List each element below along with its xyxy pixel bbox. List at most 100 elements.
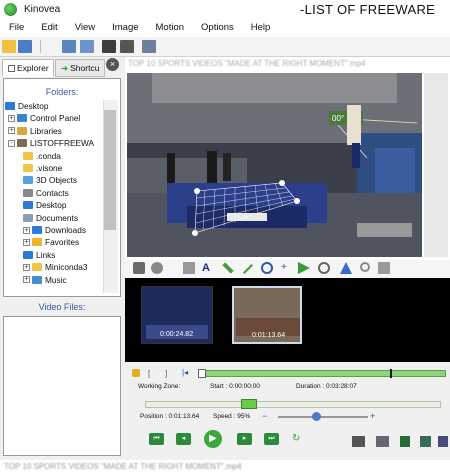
tree-node-label: Music xyxy=(45,274,67,285)
video-files-list[interactable] xyxy=(3,316,121,456)
capture-icon[interactable] xyxy=(102,40,116,53)
bottom-strip: TOP 10 SPORTS VIDEOS "MADE AT THE RIGHT … xyxy=(0,460,450,474)
export-icon[interactable] xyxy=(420,436,431,447)
tree-node[interactable]: Links xyxy=(23,249,55,261)
tree-node[interactable]: + Control Panel xyxy=(8,112,80,124)
comment-icon[interactable] xyxy=(183,262,195,274)
keyframe-thumbnail[interactable]: 0:00:24.82 xyxy=(141,286,213,344)
video-scene-image: 00° xyxy=(127,73,422,257)
tree-node-label: Desktop xyxy=(18,101,49,111)
expand-icon[interactable]: + xyxy=(23,238,30,246)
close-icon[interactable]: × xyxy=(106,58,119,71)
lock-icon[interactable] xyxy=(132,369,140,377)
tree-node[interactable]: + Miniconda3 xyxy=(23,261,87,273)
snapshot-icon[interactable] xyxy=(352,436,365,447)
menu-image[interactable]: Image xyxy=(103,20,146,37)
menu-view[interactable]: View xyxy=(66,20,103,37)
multi-snapshot-icon[interactable] xyxy=(376,436,389,447)
menu-options[interactable]: Options xyxy=(192,20,242,37)
menu-file[interactable]: File xyxy=(0,20,32,37)
last-frame-button[interactable]: ⏭ xyxy=(264,433,279,445)
previous-frame-button[interactable]: ◂ xyxy=(176,433,191,445)
menu-motion[interactable]: Motion xyxy=(147,20,193,37)
tree-node[interactable]: + Downloads xyxy=(23,224,86,236)
panel-tabs: Explorer ➜ Shortcu xyxy=(2,59,122,77)
text-tool-icon[interactable]: A xyxy=(202,262,214,274)
tree-scrollbar-thumb[interactable] xyxy=(104,110,116,230)
explorer-icon xyxy=(8,65,15,72)
dual-view-icon[interactable] xyxy=(80,40,94,53)
expand-icon[interactable]: + xyxy=(23,276,30,284)
speed-readout: Speed : 95% xyxy=(213,413,251,420)
play-button[interactable]: ▶ xyxy=(204,430,222,448)
loop-icon[interactable]: ↻ xyxy=(292,433,304,445)
folder-icon xyxy=(23,164,33,172)
folder-icon xyxy=(17,126,27,135)
main-toolbar xyxy=(0,37,450,57)
speed-decrease-button[interactable]: − xyxy=(262,411,267,421)
cross-marker-icon[interactable]: + xyxy=(281,262,293,274)
position-time: Position : 0:01:13.64 xyxy=(140,413,200,420)
save-video-icon[interactable] xyxy=(400,436,410,447)
tree-node-label: .conda xyxy=(36,150,61,161)
folder-tree[interactable]: Desktop + Control Panel + Libraries - LISTOFFR… xyxy=(5,100,109,294)
tree-node[interactable]: .conda xyxy=(23,150,61,162)
collapse-icon[interactable]: - xyxy=(8,139,15,147)
duration-time: Duration : 0:03:28:07 xyxy=(296,383,357,390)
start-time: Start : 0:00:00:00 xyxy=(210,383,260,390)
expand-icon[interactable]: + xyxy=(8,114,15,122)
tree-node-label: LISTOFFREEWA xyxy=(30,138,95,149)
tree-node[interactable]: Contacts xyxy=(23,187,69,199)
first-frame-button[interactable]: ⏮ xyxy=(149,433,164,445)
tab-shortcuts-label: Shortcu xyxy=(70,63,100,73)
expand-icon[interactable]: + xyxy=(23,263,30,271)
zone-end-icon[interactable]: ] xyxy=(165,369,167,378)
expand-icon[interactable]: + xyxy=(8,127,15,135)
zone-start-icon[interactable]: [ xyxy=(148,369,150,378)
single-view-icon[interactable] xyxy=(62,40,76,53)
close-screens-icon[interactable] xyxy=(142,40,156,53)
position-track[interactable] xyxy=(145,401,441,408)
tree-node[interactable]: Desktop xyxy=(23,199,66,211)
open-folder-icon[interactable] xyxy=(2,40,16,53)
dual-capture-icon[interactable] xyxy=(120,40,134,53)
speed-increase-button[interactable]: + xyxy=(370,411,375,421)
expand-icon[interactable]: + xyxy=(23,226,30,234)
export-spreadsheet-icon[interactable] xyxy=(438,436,448,447)
tree-node-label: .visone xyxy=(36,163,63,173)
color-profile-icon[interactable] xyxy=(378,262,390,274)
position-thumb[interactable] xyxy=(240,399,257,409)
next-frame-button[interactable]: ▸ xyxy=(237,433,252,445)
circle-tool-icon[interactable] xyxy=(261,262,273,274)
tree-node[interactable]: .visone xyxy=(23,162,62,174)
chrono-icon[interactable] xyxy=(318,262,330,274)
tree-node[interactable]: - LISTOFFREEWA xyxy=(8,137,94,149)
working-zone-start-handle[interactable] xyxy=(198,369,206,378)
tree-node[interactable]: + Music xyxy=(23,274,67,286)
working-zone-end-handle[interactable] xyxy=(390,369,392,378)
keyframe-thumbnail[interactable]: 0:01:13.64 xyxy=(232,286,302,344)
hand-tool-icon[interactable] xyxy=(151,262,163,274)
tree-node[interactable]: + Favorites xyxy=(23,236,79,248)
tree-node-label: Links xyxy=(36,249,56,260)
tab-explorer[interactable]: Explorer xyxy=(2,59,54,77)
working-zone-bar[interactable] xyxy=(200,370,446,377)
tree-node-label: Desktop xyxy=(36,200,67,211)
tree-node[interactable]: + Libraries xyxy=(8,125,62,137)
speed-track[interactable] xyxy=(278,416,368,418)
tree-node[interactable]: Documents xyxy=(23,212,78,224)
video-frame[interactable]: 00° xyxy=(127,73,422,257)
go-to-start-icon[interactable]: |◂ xyxy=(182,368,188,377)
add-keyframe-icon[interactable] xyxy=(133,262,145,274)
tree-node[interactable]: Desktop xyxy=(5,100,48,112)
magnifier-icon[interactable] xyxy=(360,262,370,272)
menu-edit[interactable]: Edit xyxy=(32,20,65,37)
speed-thumb[interactable] xyxy=(311,412,321,421)
menu-help[interactable]: Help xyxy=(242,20,279,37)
save-icon[interactable] xyxy=(18,40,32,53)
tree-node-label: Downloads xyxy=(45,225,87,235)
tab-shortcuts[interactable]: ➜ Shortcu xyxy=(55,59,105,77)
tree-node[interactable]: 3D Objects xyxy=(23,174,77,186)
tree-node-label: Favorites xyxy=(45,237,80,248)
keyframe-time: 0:00:24.82 xyxy=(160,331,194,338)
